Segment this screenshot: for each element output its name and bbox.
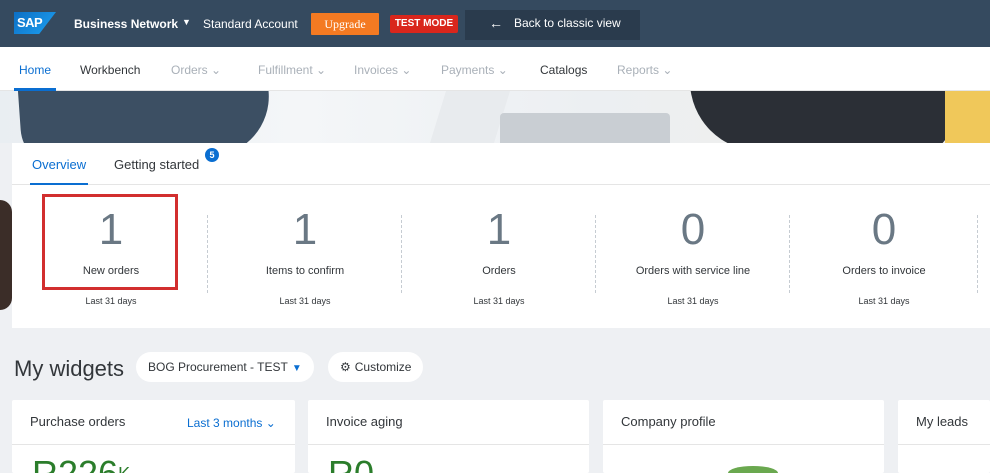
nav-home[interactable]: Home: [19, 63, 51, 77]
tile-value: 1: [486, 205, 512, 254]
tile-value: 0: [680, 205, 706, 254]
background-decoration: [0, 200, 12, 310]
chevron-down-icon: ⌄: [401, 63, 412, 77]
chevron-down-icon: ⌄: [211, 63, 222, 77]
nav-payments[interactable]: Payments ⌄: [441, 63, 508, 77]
nav-fulfillment[interactable]: Fulfillment ⌄: [258, 63, 326, 77]
tile-period: Last 31 days: [473, 296, 525, 306]
chevron-down-icon: ▼: [291, 363, 302, 374]
chevron-down-icon: ⌄: [265, 416, 276, 430]
banner-figure: [17, 91, 273, 143]
nav-workbench[interactable]: Workbench: [80, 63, 140, 77]
caret-down-icon[interactable]: ▼: [182, 17, 191, 27]
banner-paper: [430, 91, 510, 143]
tab-overview[interactable]: Overview: [32, 157, 86, 172]
customize-label: Customize: [354, 360, 412, 374]
nav-reports-label: Reports: [617, 63, 660, 77]
tile-divider: [977, 215, 978, 293]
getting-started-count-badge: 5: [205, 148, 219, 162]
tile-period: Last 31 days: [667, 296, 719, 306]
tile-orders[interactable]: 1 Orders Last 31 days: [402, 193, 596, 308]
widget-title: Company profile: [621, 414, 716, 429]
banner-laptop: [500, 113, 670, 143]
widget-company-profile[interactable]: Company profile: [603, 400, 884, 473]
tile-period: Last 31 days: [279, 296, 331, 306]
nav-fulfillment-label: Fulfillment: [258, 63, 313, 77]
widget-value-amount: R226: [32, 453, 118, 473]
widget-invoice-aging[interactable]: Invoice aging R0: [308, 400, 589, 473]
widget-my-leads[interactable]: My leads: [898, 400, 990, 473]
upgrade-button[interactable]: Upgrade: [311, 13, 379, 35]
tile-items-to-confirm[interactable]: 1 Items to confirm Last 31 days: [208, 193, 402, 308]
widget-divider: [603, 444, 884, 445]
nav-orders[interactable]: Orders ⌄: [171, 63, 221, 77]
nav-invoices-label: Invoices: [354, 63, 399, 77]
widget-divider: [308, 444, 589, 445]
widget-value-suffix: K: [118, 464, 130, 473]
tile-period: Last 31 days: [858, 296, 910, 306]
chevron-down-icon: ⌄: [497, 63, 508, 77]
tile-value: 1: [292, 205, 318, 254]
tile-value: 0: [871, 205, 897, 254]
tile-orders-with-service-line[interactable]: 0 Orders with service line Last 31 days: [596, 193, 790, 308]
arrow-left-icon: ←: [489, 15, 503, 31]
widget-divider: [898, 444, 990, 445]
sliders-icon: ⚙: [340, 360, 351, 374]
hero-banner: [0, 91, 990, 143]
chevron-down-icon: ⌄: [316, 63, 327, 77]
customer-select-value: BOG Procurement - TEST: [148, 360, 288, 374]
profile-illustration: [728, 466, 778, 473]
nav-catalogs[interactable]: Catalogs: [540, 63, 587, 77]
test-mode-badge: TEST MODE: [390, 15, 458, 33]
chevron-down-icon: ⌄: [662, 63, 673, 77]
tab-active-indicator: [30, 183, 88, 185]
tab-getting-started[interactable]: Getting started: [114, 157, 199, 172]
tile-label: Orders: [482, 265, 516, 277]
nav-reports[interactable]: Reports ⌄: [617, 63, 672, 77]
nav-orders-label: Orders: [171, 63, 208, 77]
nav-invoices[interactable]: Invoices ⌄: [354, 63, 411, 77]
widget-title: Purchase orders: [30, 414, 126, 429]
tile-period: Last 31 days: [85, 296, 137, 306]
business-network-menu[interactable]: Business Network: [74, 17, 178, 31]
sap-logo[interactable]: SAP: [14, 12, 56, 34]
widget-value: R226K: [32, 456, 130, 473]
customize-button[interactable]: ⚙ Customize: [328, 352, 424, 382]
widget-value: R0: [328, 456, 374, 473]
date-range-value: Last 3 months: [187, 416, 263, 430]
highlight-box: [42, 194, 178, 290]
back-to-classic-button[interactable]: ← Back to classic view: [465, 10, 640, 40]
widget-title: My leads: [916, 414, 969, 429]
back-to-classic-label: Back to classic view: [514, 16, 621, 30]
tile-label: Items to confirm: [265, 265, 345, 277]
widget-title: Invoice aging: [326, 414, 403, 429]
banner-accent: [945, 91, 990, 143]
widget-purchase-orders[interactable]: Purchase orders Last 3 months ⌄ R226K: [12, 400, 295, 473]
my-widgets-title: My widgets: [14, 356, 125, 381]
tile-orders-to-invoice[interactable]: 0 Orders to invoice Last 31 days: [787, 193, 981, 308]
customer-select[interactable]: BOG Procurement - TEST ▼: [136, 352, 314, 382]
tile-label: Orders to invoice: [842, 265, 926, 277]
logo-text: SAP: [17, 15, 43, 30]
widget-divider: [12, 444, 295, 445]
nav-payments-label: Payments: [441, 63, 495, 77]
overview-tabs: Overview Getting started 5: [12, 143, 990, 185]
banner-figure: [690, 91, 950, 143]
tile-label: Orders with service line: [635, 265, 751, 277]
shell-bar: SAP Business Network ▼ Standard Account …: [0, 0, 990, 47]
date-range-select[interactable]: Last 3 months ⌄: [187, 416, 276, 430]
account-type: Standard Account: [203, 17, 298, 31]
main-nav: Home Workbench Orders ⌄ Fulfillment ⌄ In…: [0, 47, 990, 91]
